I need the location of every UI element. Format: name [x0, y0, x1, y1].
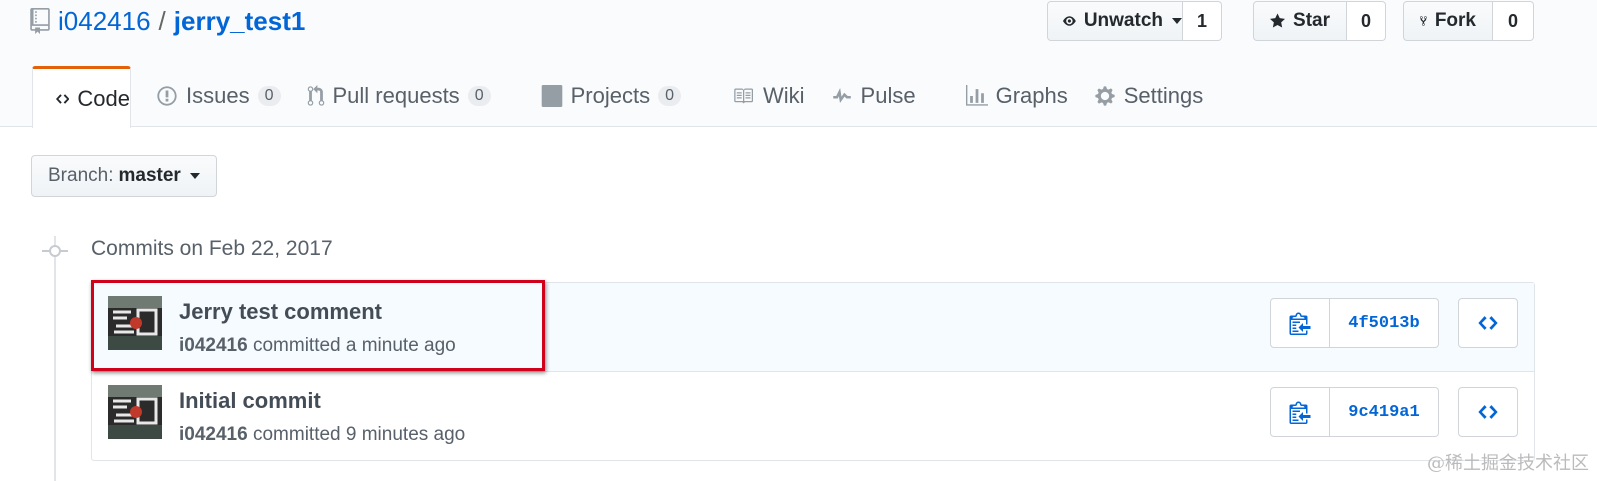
- commit-meta: i042416 committed a minute ago: [179, 335, 456, 357]
- repo-nav-tabs: Code Issues 0 Pull requests 0 Projects 0…: [32, 66, 1205, 128]
- copy-sha-button[interactable]: [1270, 298, 1330, 348]
- tab-wiki-label: Wiki: [762, 83, 805, 108]
- fork-group: Fork 0: [1403, 1, 1534, 41]
- clipboard-icon: [1289, 401, 1311, 424]
- repo-name-link[interactable]: jerry_test1: [174, 6, 306, 37]
- tab-graphs-label: Graphs: [995, 83, 1068, 108]
- tab-settings-label: Settings: [1123, 83, 1204, 108]
- pull-request-icon: [307, 85, 324, 106]
- code-icon: [56, 93, 70, 104]
- pull-requests-counter: 0: [467, 86, 491, 106]
- commit-sha-link[interactable]: 9c419a1: [1330, 387, 1439, 437]
- browse-files-button[interactable]: [1458, 387, 1518, 437]
- browse-files-button[interactable]: [1458, 298, 1518, 348]
- code-icon: [1478, 405, 1498, 419]
- commits-date-heading: Commits on Feb 22, 2017: [91, 237, 333, 260]
- tab-wiki[interactable]: Wiki: [706, 66, 830, 125]
- star-label: Star: [1293, 10, 1330, 31]
- star-group: Star 0: [1253, 1, 1386, 41]
- tab-issues-label: Issues: [186, 83, 250, 108]
- tab-code[interactable]: Code: [32, 66, 131, 128]
- timeline-line: [54, 236, 56, 481]
- repo-icon: [30, 8, 50, 34]
- avatar[interactable]: [108, 385, 162, 439]
- branch-value: master: [118, 165, 181, 186]
- avatar[interactable]: [108, 296, 162, 350]
- star-button[interactable]: Star: [1253, 1, 1347, 41]
- copy-sha-button[interactable]: [1270, 387, 1330, 437]
- fork-label: Fork: [1434, 10, 1476, 31]
- tab-issues[interactable]: Issues 0: [131, 66, 306, 125]
- commit-node-icon: [42, 245, 68, 257]
- tab-settings[interactable]: Settings: [1093, 66, 1205, 125]
- unwatch-label: Unwatch: [1083, 10, 1163, 31]
- repo-title: i042416 / jerry_test1: [30, 4, 305, 38]
- commit-time: committed 9 minutes ago: [252, 424, 466, 445]
- star-icon: [1270, 13, 1286, 28]
- tab-code-label: Code: [77, 85, 130, 111]
- project-icon: [541, 85, 562, 107]
- commit-time: committed a minute ago: [252, 335, 456, 356]
- commit-sha-link[interactable]: 4f5013b: [1330, 298, 1439, 348]
- sha-group: 4f5013b: [1270, 298, 1439, 348]
- issue-icon: [157, 86, 177, 106]
- chevron-down-icon: [189, 173, 200, 179]
- clipboard-icon: [1289, 312, 1311, 335]
- book-icon: [734, 88, 753, 104]
- tab-pulse[interactable]: Pulse: [830, 66, 941, 125]
- commit-author-link[interactable]: i042416: [179, 424, 248, 445]
- commit-meta: i042416 committed 9 minutes ago: [179, 424, 465, 446]
- commit-author-link[interactable]: i042416: [179, 335, 248, 356]
- repo-header: i042416 / jerry_test1 Unwatch 1 Star 0 F…: [0, 0, 1597, 128]
- tab-projects-label: Projects: [570, 83, 651, 108]
- graph-icon: [965, 85, 988, 106]
- commit-message-link[interactable]: Initial commit: [179, 388, 321, 414]
- commit-row: Jerry test comment i042416 committed a m…: [92, 283, 1534, 372]
- repo-separator: /: [158, 5, 166, 36]
- pulse-icon: [832, 88, 851, 103]
- sha-group: 9c419a1: [1270, 387, 1439, 437]
- watchers-count[interactable]: 1: [1183, 1, 1222, 41]
- tab-pulse-label: Pulse: [860, 83, 916, 108]
- projects-counter: 0: [658, 86, 681, 106]
- code-icon: [1478, 316, 1498, 330]
- branch-label: Branch:: [48, 165, 114, 186]
- fork-icon: [1420, 16, 1427, 26]
- forks-count[interactable]: 0: [1493, 1, 1534, 41]
- watch-group: Unwatch 1: [1047, 1, 1222, 41]
- tab-graphs[interactable]: Graphs: [941, 66, 1093, 125]
- commit-list: Jerry test comment i042416 committed a m…: [91, 282, 1535, 461]
- issues-counter: 0: [257, 86, 281, 106]
- commit-message-link[interactable]: Jerry test comment: [179, 299, 382, 325]
- repo-owner-link[interactable]: i042416: [58, 6, 151, 37]
- eye-icon: [1063, 16, 1076, 26]
- branch-select-button[interactable]: Branch: master: [31, 155, 217, 197]
- tab-pull-requests-label: Pull requests: [332, 83, 460, 108]
- tab-pull-requests[interactable]: Pull requests 0: [306, 66, 516, 125]
- gear-icon: [1095, 86, 1115, 106]
- watermark: @稀土掘金技术社区: [1427, 453, 1589, 474]
- chevron-down-icon: [1172, 18, 1182, 24]
- commit-row: Initial commit i042416 committed 9 minut…: [92, 372, 1534, 460]
- stars-count[interactable]: 0: [1347, 1, 1386, 41]
- tab-projects[interactable]: Projects 0: [516, 66, 706, 125]
- unwatch-button[interactable]: Unwatch: [1047, 1, 1183, 41]
- fork-button[interactable]: Fork: [1403, 1, 1493, 41]
